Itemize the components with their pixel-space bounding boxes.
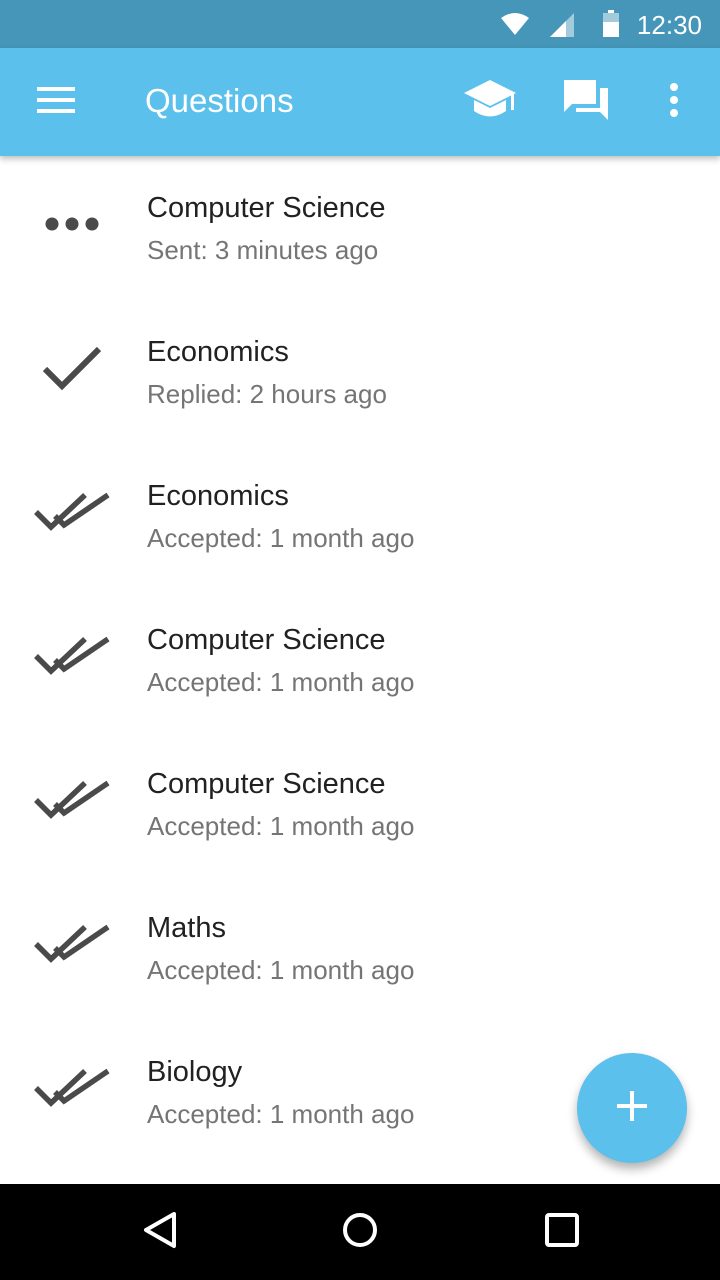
graduation-cap-icon <box>462 78 518 127</box>
list-item[interactable]: Maths Accepted: 1 month ago <box>0 858 720 1002</box>
battery-icon <box>602 10 620 43</box>
page-title: Questions <box>145 82 294 119</box>
questions-list: Computer Science Sent: 3 minutes ago Eco… <box>0 138 720 1146</box>
question-status: Accepted: 1 month ago <box>147 955 415 985</box>
question-subject: Computer Science <box>147 768 386 800</box>
double-check-icon <box>30 1060 114 1116</box>
more-options-button[interactable] <box>644 72 704 132</box>
list-item[interactable]: Economics Replied: 2 hours ago <box>0 282 720 426</box>
double-check-icon <box>30 484 114 540</box>
question-subject: Economics <box>147 336 289 368</box>
courses-button[interactable] <box>460 72 520 132</box>
question-subject: Computer Science <box>147 624 386 656</box>
menu-icon <box>37 86 75 118</box>
question-subject: Maths <box>147 912 226 944</box>
more-vert-icon <box>669 82 679 123</box>
list-item[interactable]: Computer Science Accepted: 1 month ago <box>0 714 720 858</box>
navigation-bar <box>0 1184 720 1280</box>
question-status: Replied: 2 hours ago <box>147 379 387 409</box>
question-status: Accepted: 1 month ago <box>147 1099 415 1129</box>
wifi-icon <box>500 12 530 41</box>
question-subject: Biology <box>147 1056 243 1088</box>
question-subject: Economics <box>147 480 289 512</box>
home-button[interactable] <box>336 1208 384 1256</box>
check-icon <box>30 340 114 396</box>
list-item[interactable]: Computer Science Accepted: 1 month ago <box>0 570 720 714</box>
recents-button[interactable] <box>538 1208 586 1256</box>
double-check-icon <box>30 772 114 828</box>
back-button[interactable] <box>136 1208 184 1256</box>
signal-icon <box>548 12 576 43</box>
list-item[interactable]: Computer Science Sent: 3 minutes ago <box>0 138 720 282</box>
question-status: Accepted: 1 month ago <box>147 523 415 553</box>
double-check-icon <box>30 628 114 684</box>
question-status: Accepted: 1 month ago <box>147 811 415 841</box>
pending-dots-icon <box>30 196 114 252</box>
question-status: Accepted: 1 month ago <box>147 667 415 697</box>
recents-icon <box>545 1212 579 1252</box>
app-bar: Questions <box>0 48 720 156</box>
question-status: Sent: 3 minutes ago <box>147 235 379 265</box>
question-subject: Computer Science <box>147 192 386 224</box>
status-bar: 12:30 <box>0 0 720 48</box>
new-question-fab[interactable] <box>577 1053 687 1163</box>
menu-button[interactable] <box>26 72 86 132</box>
home-icon <box>341 1211 379 1254</box>
back-icon <box>142 1211 178 1254</box>
forum-icon <box>564 79 608 125</box>
double-check-icon <box>30 916 114 972</box>
plus-icon <box>617 1090 647 1126</box>
forum-button[interactable] <box>556 72 616 132</box>
status-time: 12:30 <box>636 10 702 40</box>
list-item[interactable]: Economics Accepted: 1 month ago <box>0 426 720 570</box>
